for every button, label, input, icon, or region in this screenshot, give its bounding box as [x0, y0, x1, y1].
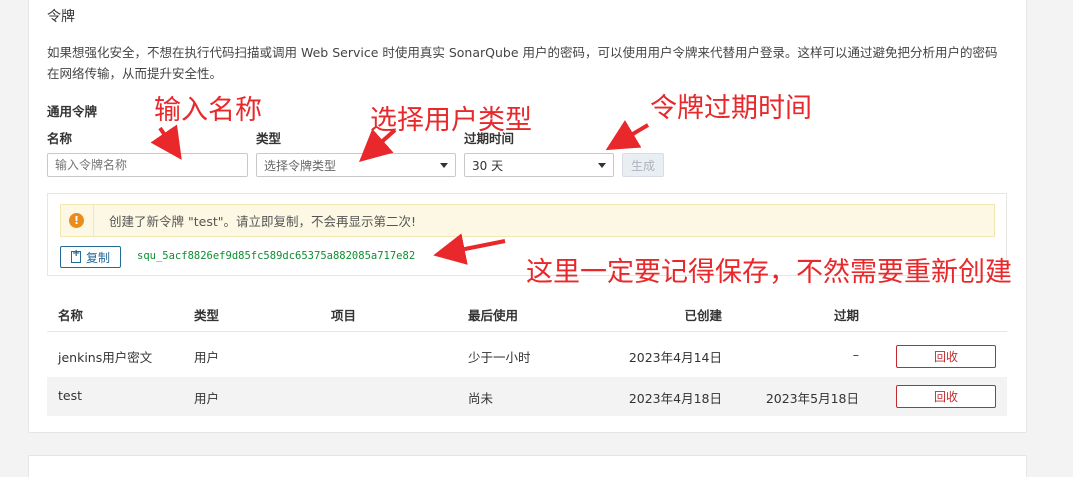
arrow-to-name [150, 124, 182, 160]
arrow-to-expiry [605, 120, 650, 151]
annotation-arrows [150, 120, 650, 265]
arrow-to-type [359, 128, 397, 162]
arrow-to-token [433, 233, 506, 265]
